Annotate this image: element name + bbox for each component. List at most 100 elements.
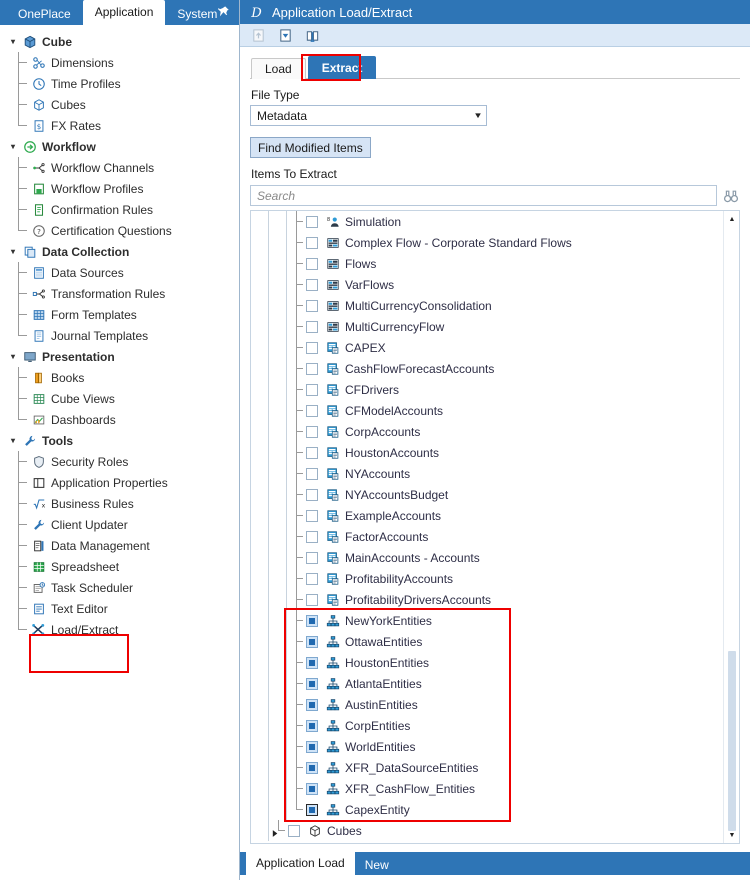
row-checkbox[interactable] (306, 320, 318, 333)
sidebar-item-dimensions[interactable]: Dimensions (6, 52, 239, 73)
sidebar-item-application-properties[interactable]: Application Properties (6, 472, 239, 493)
sidebar-item-transformation-rules[interactable]: Transformation Rules (6, 283, 239, 304)
tab-load[interactable]: Load (251, 58, 306, 79)
row-checkbox[interactable] (306, 404, 318, 417)
library-book-icon[interactable] (303, 26, 321, 44)
row-checkbox[interactable] (306, 509, 318, 522)
tree-row[interactable]: ProfitabilityDriversAccounts (251, 589, 723, 610)
sidebar-item-workflow-profiles[interactable]: Workflow Profiles (6, 178, 239, 199)
row-checkbox[interactable] (306, 425, 318, 438)
sidebar-item-security-roles[interactable]: Security Roles (6, 451, 239, 472)
row-checkbox[interactable] (306, 299, 318, 312)
row-checkbox[interactable] (306, 278, 318, 291)
tree-row[interactable]: MultiCurrencyConsolidation (251, 295, 723, 316)
expander-icon[interactable]: ▾ (6, 142, 20, 151)
row-checkbox[interactable] (306, 467, 318, 480)
sidebar-item-books[interactable]: Books (6, 367, 239, 388)
row-checkbox[interactable] (288, 824, 300, 837)
tree-row[interactable]: CAPEX (251, 337, 723, 358)
row-checkbox[interactable] (306, 446, 318, 459)
scroll-down-arrow-icon[interactable]: ▼ (724, 827, 739, 843)
row-checkbox[interactable] (306, 362, 318, 375)
sidebar-item-dashboards[interactable]: Dashboards (6, 409, 239, 430)
sidebar-item-fx-rates[interactable]: $ FX Rates (6, 115, 239, 136)
tree-row[interactable]: MainAccounts - Accounts (251, 547, 723, 568)
tree-row[interactable]: CashFlowForecastAccounts (251, 358, 723, 379)
sidebar-item-workflow-channels[interactable]: Workflow Channels (6, 157, 239, 178)
row-checkbox[interactable] (306, 782, 318, 795)
sidebar-item-cube-views[interactable]: Cube Views (6, 388, 239, 409)
sidebar-item-journal-templates[interactable]: Journal Templates (6, 325, 239, 346)
tree-row[interactable]: AustinEntities (251, 694, 723, 715)
tree-row[interactable]: CorpAccounts (251, 421, 723, 442)
tree-row[interactable]: ExampleAccounts (251, 505, 723, 526)
sidebar-tab-application[interactable]: Application (82, 0, 166, 25)
file-type-select[interactable]: Metadata ▼ (250, 105, 487, 126)
sidebar-item-business-rules[interactable]: x Business Rules (6, 493, 239, 514)
tree-row[interactable]: ProfitabilityAccounts (251, 568, 723, 589)
tree-row[interactable]: Flows (251, 253, 723, 274)
bottom-tab-new[interactable]: New (355, 856, 399, 875)
find-modified-items-button[interactable]: Find Modified Items (250, 137, 371, 158)
expand-triangle-icon[interactable] (271, 827, 280, 837)
extract-up-icon[interactable] (249, 26, 267, 44)
scroll-up-arrow-icon[interactable]: ▲ (724, 211, 739, 227)
row-checkbox[interactable] (306, 677, 318, 690)
tree-row[interactable]: HoustonAccounts (251, 442, 723, 463)
tree-row[interactable]: MultiCurrencyFlow (251, 316, 723, 337)
sidebar-item-load-extract[interactable]: Load/Extract (6, 619, 239, 640)
row-checkbox[interactable] (306, 635, 318, 648)
tree-row[interactable]: CapexEntity (251, 799, 723, 820)
sidebar-group-workflow[interactable]: ▾ Workflow (6, 136, 239, 157)
load-down-icon[interactable] (276, 26, 294, 44)
tree-row[interactable]: HoustonEntities (251, 652, 723, 673)
sidebar-group-cube[interactable]: ▾ Cube (6, 31, 239, 52)
sidebar-tab-oneplace[interactable]: OnePlace (6, 4, 83, 25)
tree-row[interactable]: AtlantaEntities (251, 673, 723, 694)
row-checkbox[interactable] (306, 761, 318, 774)
search-input[interactable] (250, 185, 717, 206)
sidebar-item-text-editor[interactable]: Text Editor (6, 598, 239, 619)
vertical-scrollbar[interactable]: ▲ ▼ (723, 211, 739, 843)
tree-row[interactable]: CFDrivers (251, 379, 723, 400)
row-checkbox[interactable] (306, 719, 318, 732)
sidebar-item-certification-questions[interactable]: ? Certification Questions (6, 220, 239, 241)
expander-icon[interactable]: ▾ (6, 247, 20, 256)
row-checkbox[interactable] (306, 257, 318, 270)
tree-row[interactable]: FactorAccounts (251, 526, 723, 547)
sidebar-item-task-scheduler[interactable]: Task Scheduler (6, 577, 239, 598)
expander-icon[interactable]: ▾ (6, 436, 20, 445)
sidebar-item-confirmation-rules[interactable]: Confirmation Rules (6, 199, 239, 220)
expander-icon[interactable]: ▾ (6, 352, 20, 361)
pin-icon[interactable] (216, 5, 230, 19)
row-checkbox[interactable] (306, 698, 318, 711)
row-checkbox[interactable] (306, 488, 318, 501)
bottom-tab-application-load[interactable]: Application Load (246, 852, 355, 875)
tree-row[interactable]: NewYorkEntities (251, 610, 723, 631)
sidebar-item-cubes[interactable]: Cubes (6, 94, 239, 115)
row-checkbox[interactable] (306, 656, 318, 669)
tree-row[interactable]: CFModelAccounts (251, 400, 723, 421)
tree-row[interactable]: VarFlows (251, 274, 723, 295)
tree-row[interactable]: WorldEntities (251, 736, 723, 757)
chevron-down-icon[interactable]: ▼ (473, 111, 483, 120)
tab-extract[interactable]: Extract (307, 56, 377, 79)
row-checkbox[interactable] (306, 383, 318, 396)
tree-row[interactable]: Cubes (251, 820, 723, 841)
tree-row[interactable]: CorpEntities (251, 715, 723, 736)
row-checkbox[interactable] (306, 236, 318, 249)
tree-row[interactable]: OttawaEntities (251, 631, 723, 652)
scrollbar-thumb[interactable] (728, 651, 736, 831)
row-checkbox[interactable] (306, 614, 318, 627)
sidebar-item-data-sources[interactable]: Data Sources (6, 262, 239, 283)
row-checkbox[interactable] (306, 803, 318, 816)
sidebar-group-data-collection[interactable]: ▾ Data Collection (6, 241, 239, 262)
row-checkbox[interactable] (306, 740, 318, 753)
tree-row[interactable]: 8 Simulation (251, 211, 723, 232)
sidebar-group-tools[interactable]: ▾ Tools (6, 430, 239, 451)
sidebar-item-form-templates[interactable]: Form Templates (6, 304, 239, 325)
row-checkbox[interactable] (306, 551, 318, 564)
row-checkbox[interactable] (306, 593, 318, 606)
sidebar-item-client-updater[interactable]: Client Updater (6, 514, 239, 535)
row-checkbox[interactable] (306, 572, 318, 585)
